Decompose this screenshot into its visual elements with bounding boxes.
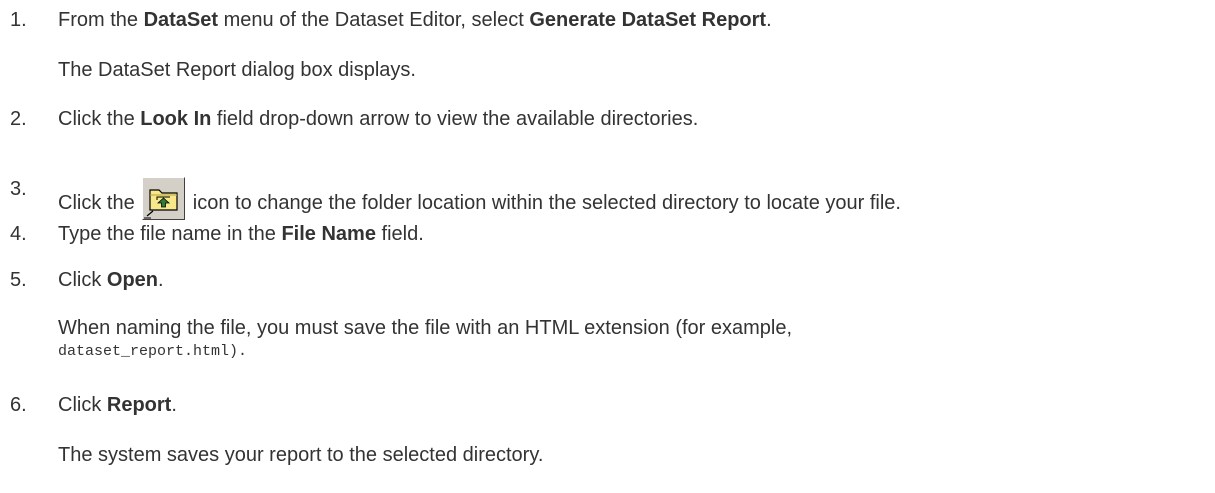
step-text: Click the icon to change the folder loca… [58, 177, 901, 220]
step-text-prefix: Click the [58, 192, 141, 214]
step-text-prefix: Click [58, 394, 107, 416]
menu-name: DataSet [143, 9, 219, 31]
step-text-prefix: From the [58, 9, 144, 31]
step-text-suffix: field. [375, 223, 424, 245]
step-number: 3. [10, 178, 27, 200]
file-name-example: dataset_report.html). [58, 343, 248, 360]
step-number: 5. [10, 269, 27, 291]
field-name: Look In [140, 108, 212, 130]
step-text: Type the file name in the File Name fiel… [58, 222, 424, 246]
step-text-suffix: . [766, 9, 772, 31]
button-name: Open [106, 269, 159, 291]
step-1-note: The DataSet Report dialog box displays. [58, 59, 416, 81]
folder-up-icon [142, 177, 186, 220]
step-text-suffix: . [158, 269, 164, 291]
step-text-prefix: Click [58, 269, 107, 291]
step-text-suffix: icon to change the folder location withi… [187, 192, 901, 214]
instruction-page: 1. From the DataSet menu of the Dataset … [0, 0, 1215, 493]
field-name: File Name [281, 223, 376, 245]
button-name: Report [106, 394, 172, 416]
step-text: Click the Look In field drop-down arrow … [58, 107, 698, 131]
step-text: Click Open. [58, 268, 164, 292]
menu-item-name: Generate DataSet Report [529, 9, 767, 31]
step-number: 1. [10, 9, 27, 31]
step-text-suffix: field drop-down arrow to view the availa… [211, 108, 699, 130]
step-text-middle: menu of the Dataset Editor, select [218, 9, 530, 31]
step-number: 4. [10, 223, 27, 245]
step-text: Click Report. [58, 393, 177, 417]
step-text-suffix: . [171, 394, 177, 416]
step-number: 2. [10, 108, 27, 130]
step-text: From the DataSet menu of the Dataset Edi… [58, 8, 772, 32]
step-text-prefix: Click the [58, 108, 141, 130]
step-number: 6. [10, 394, 27, 416]
step-text-prefix: Type the file name in the [58, 223, 282, 245]
step-5-note: When naming the file, you must save the … [58, 317, 793, 339]
step-6-note: The system saves your report to the sele… [58, 444, 544, 466]
